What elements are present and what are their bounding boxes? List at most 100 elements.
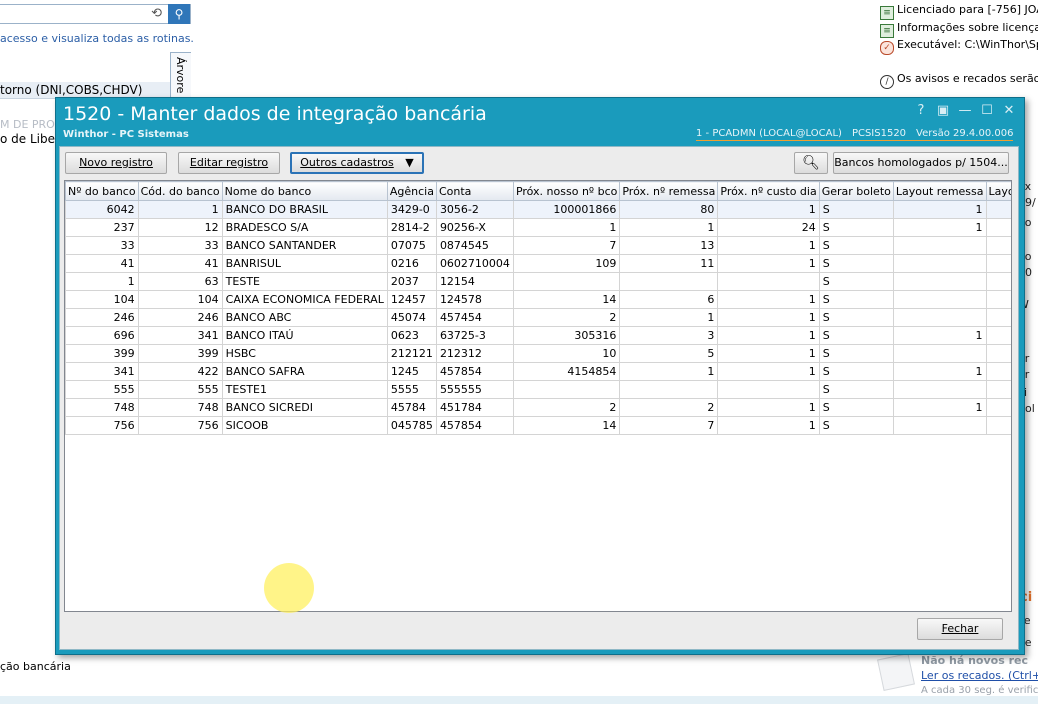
table-cell[interactable]: 2814-2 — [386, 218, 437, 237]
table-cell[interactable]: 6042 — [65, 200, 139, 219]
table-cell[interactable]: 1 — [892, 398, 987, 417]
table-cell[interactable]: 457854 — [435, 362, 514, 381]
table-cell[interactable]: BANCO ABC — [221, 308, 388, 327]
background-list-item[interactable]: ção bancária — [0, 660, 71, 673]
table-cell[interactable]: 1245 — [386, 362, 437, 381]
column-header[interactable]: Próx. nº custo dia — [717, 181, 820, 201]
table-cell[interactable] — [892, 290, 987, 309]
table-cell[interactable] — [985, 380, 1011, 399]
table-cell[interactable]: 1 — [892, 218, 987, 237]
table-cell[interactable]: 045785 — [386, 416, 437, 435]
table-cell[interactable] — [985, 362, 1011, 381]
table-row[interactable]: 696341BANCO ITAÚ062363725-330531631S12 — [65, 326, 1011, 345]
table-cell[interactable]: 2 — [512, 398, 621, 417]
column-header[interactable]: Próx. nosso nº bco — [512, 181, 621, 201]
table-cell[interactable]: 237 — [65, 218, 139, 237]
table-cell[interactable]: 104 — [137, 290, 223, 309]
table-cell[interactable]: 13 — [619, 236, 719, 255]
other-registrations-button[interactable]: Outros cadastros ▼ — [290, 152, 424, 174]
table-row[interactable]: 748 748 BANCO SICREDI 45784 451784 2 2 1 S 1 — [65, 398, 1011, 417]
table-row[interactable]: 104 104 CAIXA ECONOMICA FEDERAL 12457 124578… — [65, 290, 1011, 309]
maximize-icon[interactable]: ☐ — [978, 102, 996, 120]
table-cell[interactable]: 33 — [65, 236, 139, 255]
table-cell[interactable]: 104 — [65, 290, 139, 309]
table-row[interactable]: 6042 1 BANCO DO BRASIL 3429-0 3056-2 10000186… — [65, 200, 1011, 219]
table-cell[interactable]: 41 — [65, 254, 139, 273]
help-icon[interactable]: ? — [912, 102, 930, 120]
table-cell[interactable]: 11 — [619, 254, 719, 273]
table-cell[interactable]: S — [818, 344, 894, 363]
minimize-icon[interactable]: — — [956, 102, 974, 120]
table-row[interactable]: 1 63 TESTE 2037 12154 S — [65, 272, 1011, 291]
table-cell[interactable]: 1 — [717, 254, 820, 273]
table-cell[interactable]: S — [818, 218, 894, 237]
table-cell[interactable]: 5555 — [386, 380, 437, 399]
table-cell[interactable]: BANCO SICREDI — [221, 398, 388, 417]
table-cell[interactable]: S — [818, 272, 894, 291]
search-button[interactable]: 🔍︎ — [794, 152, 828, 174]
column-header[interactable]: Cód. do banco — [137, 181, 223, 201]
table-cell[interactable]: 305316 — [512, 326, 621, 345]
table-cell[interactable]: 1 — [892, 362, 987, 381]
table-cell[interactable]: 1 — [717, 326, 820, 345]
table-cell[interactable]: 0623 — [386, 326, 437, 345]
table-cell[interactable]: S — [818, 236, 894, 255]
table-cell[interactable]: 1 — [619, 362, 719, 381]
table-cell[interactable]: 3429-0 — [386, 200, 437, 219]
table-cell[interactable]: 33 — [137, 236, 223, 255]
table-cell[interactable]: 12 — [137, 218, 223, 237]
table-cell[interactable]: 341 — [137, 326, 223, 345]
table-cell[interactable]: 0216 — [386, 254, 437, 273]
table-cell[interactable]: 1 — [717, 362, 820, 381]
approved-banks-button[interactable]: Bancos homologados p/ 1504... — [833, 152, 1009, 174]
table-cell[interactable]: 1 — [717, 308, 820, 327]
table-cell[interactable]: HSBC — [221, 344, 388, 363]
table-row[interactable]: 41 41 BANRISUL 0216 0602710004 109 11 1 S — [65, 254, 1011, 273]
table-cell[interactable]: 07075 — [386, 236, 437, 255]
table-cell[interactable]: SICOOB — [221, 416, 388, 435]
refresh-icon[interactable]: ⟲ — [151, 6, 162, 21]
table-cell[interactable]: BANRISUL — [221, 254, 388, 273]
column-header[interactable]: Nome do banco — [221, 181, 388, 201]
table-cell[interactable]: 3 — [619, 326, 719, 345]
column-header[interactable]: Layout remessa — [892, 181, 987, 201]
close-button[interactable]: Fechar — [917, 618, 1003, 640]
table-cell[interactable]: 4154854 — [512, 362, 621, 381]
table-cell[interactable]: 555 — [137, 380, 223, 399]
table-cell[interactable]: 45784 — [386, 398, 437, 417]
table-cell[interactable]: TESTE — [221, 272, 388, 291]
table-cell[interactable] — [717, 380, 820, 399]
table-cell[interactable]: 212312 — [435, 344, 514, 363]
table-cell[interactable]: 0874545 — [435, 236, 514, 255]
table-cell[interactable]: 7 — [512, 236, 621, 255]
table-cell[interactable]: BRADESCO S/A — [221, 218, 388, 237]
table-cell[interactable] — [892, 344, 987, 363]
table-cell[interactable]: 748 — [137, 398, 223, 417]
column-header[interactable]: Layout retorno — [985, 181, 1011, 201]
table-cell[interactable]: BANCO ITAÚ — [221, 326, 388, 345]
column-header[interactable]: Nº do banco — [65, 181, 139, 201]
table-cell[interactable]: 1 — [892, 200, 987, 219]
background-list-item[interactable]: o de Liber — [0, 132, 60, 146]
table-cell[interactable] — [985, 254, 1011, 273]
table-cell[interactable] — [985, 398, 1011, 417]
search-icon[interactable]: ⚲ — [168, 4, 190, 24]
column-header[interactable]: Conta — [435, 181, 514, 201]
table-cell[interactable] — [512, 272, 621, 291]
table-cell[interactable]: 457854 — [435, 416, 514, 435]
table-cell[interactable]: 63725-3 — [435, 326, 514, 345]
save-layout-icon[interactable]: ▣ — [934, 102, 952, 120]
table-cell[interactable]: 124578 — [435, 290, 514, 309]
table-cell[interactable]: 1 — [717, 236, 820, 255]
table-cell[interactable] — [892, 416, 987, 435]
table-cell[interactable]: 457454 — [435, 308, 514, 327]
table-cell[interactable]: 41 — [137, 254, 223, 273]
table-cell[interactable]: 555555 — [435, 380, 514, 399]
table-cell[interactable]: 12154 — [435, 272, 514, 291]
table-cell[interactable] — [619, 272, 719, 291]
table-row[interactable]: 246 246 BANCO ABC 45074 457454 2 1 1 S — [65, 308, 1011, 327]
table-cell[interactable]: TESTE1 — [221, 380, 388, 399]
table-cell[interactable]: BANCO DO BRASIL — [221, 200, 388, 219]
table-cell[interactable]: S — [818, 398, 894, 417]
table-cell[interactable] — [892, 236, 987, 255]
